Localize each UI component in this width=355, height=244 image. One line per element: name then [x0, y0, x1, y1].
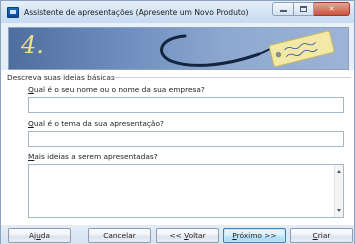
minimize-icon: [279, 10, 287, 12]
title-bar[interactable]: Assistente de apresentações (Apresente u…: [1, 1, 354, 23]
back-button[interactable]: << Voltar: [156, 228, 219, 243]
vertical-scrollbar[interactable]: [334, 165, 343, 217]
create-button-label: Criar: [312, 231, 331, 240]
cancel-button-label: Cancelar: [103, 231, 136, 240]
help-button[interactable]: Ajuda: [8, 228, 71, 243]
close-icon: ✕: [328, 5, 335, 13]
group-divider: [111, 77, 351, 78]
close-button[interactable]: ✕: [314, 2, 350, 16]
maximize-icon: [300, 6, 307, 12]
window-title: Assistente de apresentações (Apresente u…: [24, 8, 249, 17]
help-button-label: Ajuda: [28, 231, 51, 240]
back-button-label: << Voltar: [169, 231, 206, 240]
window-controls: ✕: [272, 2, 350, 16]
company-name-label: Qual é o seu nome ou o nome da sua empre…: [28, 85, 205, 94]
create-button[interactable]: Criar: [290, 228, 353, 243]
presentation-app-icon: [7, 7, 19, 18]
group-label: Descreva suas ideias básicas: [7, 73, 118, 82]
cancel-button[interactable]: Cancelar: [88, 228, 151, 243]
wizard-window: Assistente de apresentações (Apresente u…: [0, 0, 355, 244]
more-ideas-label: Mais ideias a serem apresentadas?: [28, 152, 158, 161]
tag-string-illustration: [160, 30, 335, 68]
next-button-label: Próximo >>: [232, 231, 277, 240]
wizard-banner: 4.: [8, 27, 349, 70]
presentation-topic-input[interactable]: [28, 131, 344, 147]
scroll-up-icon[interactable]: [337, 170, 341, 173]
company-name-input[interactable]: [28, 97, 344, 113]
more-ideas-textarea[interactable]: [28, 164, 344, 218]
scroll-down-icon[interactable]: [337, 209, 341, 212]
presentation-topic-label: Qual é o tema da sua apresentação?: [28, 119, 164, 128]
next-button[interactable]: Próximo >>: [223, 228, 286, 243]
maximize-button[interactable]: [294, 2, 314, 16]
minimize-button[interactable]: [272, 2, 294, 16]
